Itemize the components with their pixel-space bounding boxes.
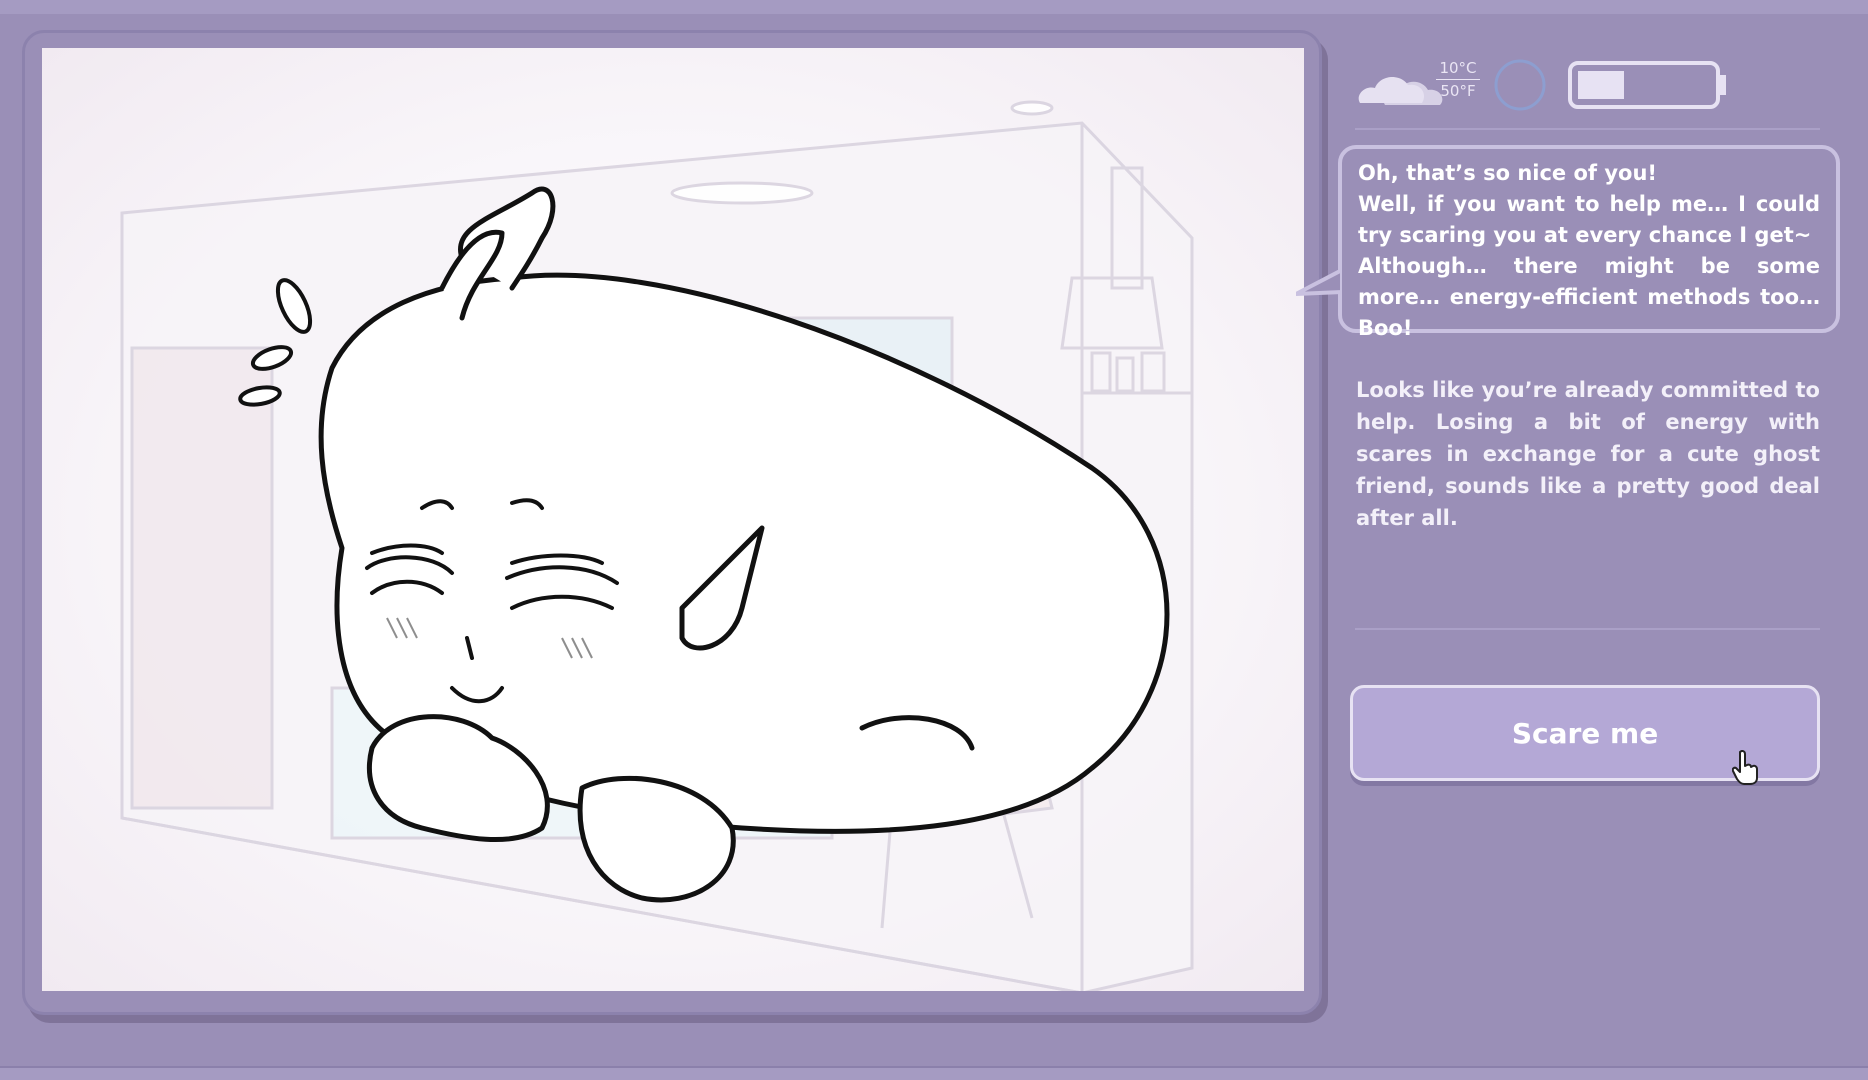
ghost-dialogue: Oh, that’s so nice of you! Well, if you … [1358, 161, 1820, 340]
narration-text: Looks like you’re already committed to h… [1356, 378, 1820, 530]
energy-battery-icon [1568, 61, 1726, 109]
scene-illustration [42, 48, 1304, 991]
temperature-fahrenheit: 50°F [1440, 82, 1476, 100]
dialogue-divider [1355, 628, 1820, 630]
hand-pointer-icon [1732, 750, 1758, 785]
temperature-celsius: 10°C [1439, 59, 1477, 77]
status-bar [1358, 59, 1726, 111]
temperature-readout: 10°C 50°F [1436, 58, 1480, 101]
status-divider [1355, 128, 1820, 130]
bottom-border [0, 1066, 1868, 1080]
speech-bubble-tail [1296, 270, 1342, 296]
top-border [0, 0, 1868, 14]
ghost-scene-art [120, 100, 1194, 991]
cloudy-icon [1358, 77, 1443, 105]
moon-phase-icon [1494, 59, 1546, 111]
